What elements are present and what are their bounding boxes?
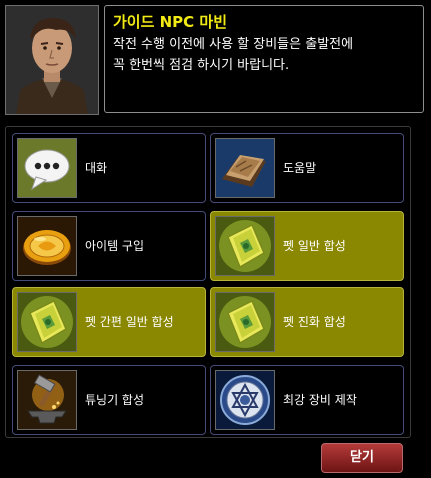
emblem-icon [215, 370, 275, 430]
npc-dialog-box: 가이드 NPC 마빈 작전 수행 이전에 사용 할 장비들은 출발전에 꼭 한번… [104, 5, 424, 113]
npc-message-line: 꼭 한번씩 점검 하시기 바랍니다. [113, 58, 290, 73]
help-book-icon [215, 138, 275, 198]
pet-evolution-synthesis-button[interactable]: 펫 진화 합성 [210, 287, 404, 357]
tuner-synthesis-button[interactable]: 튜닝기 합성 [12, 365, 206, 435]
pet-evolution-synthesis-button-label: 펫 진화 합성 [283, 315, 346, 329]
close-button[interactable]: 닫기 [321, 443, 403, 473]
help-button-label: 도움말 [283, 161, 317, 175]
best-gear-crafting-button-label: 최강 장비 제작 [283, 393, 357, 407]
talk-button-label: 대화 [85, 161, 108, 175]
pet-normal-synthesis-button[interactable]: 펫 일반 합성 [210, 211, 404, 281]
pet-card-icon [215, 216, 275, 276]
pet-card-icon [215, 292, 275, 352]
npc-message: 작전 수행 이전에 사용 할 장비들은 출발전에 꼭 한번씩 점검 하시기 바랍… [113, 34, 415, 76]
npc-name: 가이드 NPC 마빈 [113, 13, 228, 31]
pet-easy-normal-synthesis-button[interactable]: 펫 간편 일반 합성 [12, 287, 206, 357]
speech-bubble-icon [17, 138, 77, 198]
pet-easy-normal-synthesis-button-label: 펫 간편 일반 합성 [85, 315, 174, 329]
hammer-anvil-icon [17, 370, 77, 430]
tuner-synthesis-button-label: 튜닝기 합성 [85, 393, 145, 407]
talk-button[interactable]: 대화 [12, 133, 206, 203]
npc-portrait [5, 5, 99, 115]
npc-menu-panel: 대화 도움말 아이템 구입 펫 일반 합성 펫 간편 일반 합성 펫 진화 합성… [5, 126, 411, 438]
help-button[interactable]: 도움말 [210, 133, 404, 203]
gold-coin-icon [17, 216, 77, 276]
npc-avatar-icon [6, 6, 98, 114]
npc-message-line: 작전 수행 이전에 사용 할 장비들은 출발전에 [113, 37, 354, 52]
buy-item-button-label: 아이템 구입 [85, 239, 145, 253]
buy-item-button[interactable]: 아이템 구입 [12, 211, 206, 281]
best-gear-crafting-button[interactable]: 최강 장비 제작 [210, 365, 404, 435]
pet-card-icon [17, 292, 77, 352]
pet-normal-synthesis-button-label: 펫 일반 합성 [283, 239, 346, 253]
